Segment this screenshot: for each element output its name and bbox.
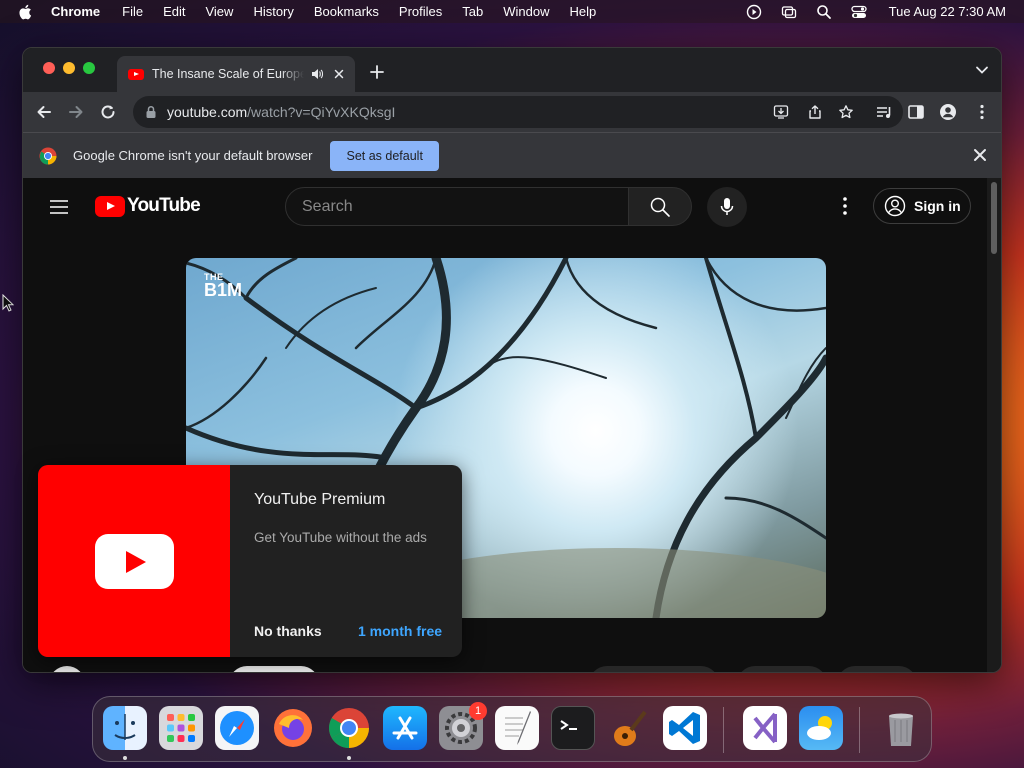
menu-window[interactable]: Window [503, 4, 549, 19]
control-center-icon[interactable] [851, 4, 867, 20]
trash-icon[interactable] [879, 706, 923, 750]
infobar-close-icon[interactable] [973, 148, 987, 162]
menu-history[interactable]: History [253, 4, 293, 19]
url-host: youtube.com [167, 104, 248, 120]
youtube-favicon-icon [128, 68, 144, 80]
menu-bar: Chrome File Edit View History Bookmarks … [0, 0, 1024, 23]
url-path: /watch?v=QiYvXKQksgI [247, 104, 396, 120]
microphone-icon [720, 198, 734, 215]
media-play-icon[interactable] [746, 4, 762, 20]
side-panel-icon[interactable] [907, 103, 925, 121]
channel-avatar[interactable] [49, 666, 85, 672]
tab-youtube[interactable]: The Insane Scale of Europe [117, 56, 355, 92]
screen-mirroring-icon[interactable] [781, 4, 797, 20]
sign-in-label: Sign in [914, 198, 961, 214]
firefox-icon[interactable] [271, 706, 315, 750]
notification-badge: 1 [469, 702, 487, 720]
hamburger-menu-icon[interactable] [49, 199, 69, 215]
menu-view[interactable]: View [205, 4, 233, 19]
reload-icon[interactable] [99, 103, 117, 121]
save-button[interactable] [837, 666, 917, 672]
launchpad-icon[interactable] [159, 706, 203, 750]
menu-tab[interactable]: Tab [462, 4, 483, 19]
textedit-icon[interactable] [495, 706, 539, 750]
premium-title: YouTube Premium [254, 491, 386, 508]
finder-icon[interactable] [103, 706, 147, 750]
install-app-icon[interactable] [773, 104, 789, 120]
share-button[interactable] [737, 666, 827, 672]
tab-strip: The Insane Scale of Europe [23, 48, 1001, 92]
menu-app-name[interactable]: Chrome [51, 4, 100, 19]
speaker-audio-icon[interactable] [310, 67, 324, 81]
chrome-icon[interactable] [327, 706, 371, 750]
search-button[interactable] [628, 187, 692, 226]
browser-toolbar: youtube.com/watch?v=QiYvXKQksgI [23, 92, 1001, 132]
profile-avatar-icon[interactable] [939, 103, 957, 121]
search-icon [650, 197, 670, 217]
search-input[interactable]: Search [285, 187, 629, 226]
app-store-icon[interactable] [383, 706, 427, 750]
no-thanks-button[interactable]: No thanks [254, 623, 322, 639]
free-trial-button[interactable]: 1 month free [358, 623, 442, 639]
menubar-clock[interactable]: Tue Aug 22 7:30 AM [889, 4, 1006, 19]
finder-running-indicator [123, 756, 127, 760]
infobar-message: Google Chrome isn't your default browser [73, 148, 313, 163]
account-circle-icon [884, 195, 906, 217]
dock: 1 [92, 696, 932, 762]
tab-search-chevron-icon[interactable] [975, 65, 989, 75]
dock-separator [859, 707, 860, 753]
like-dislike-button[interactable] [589, 666, 719, 672]
new-tab-plus-icon[interactable] [369, 64, 385, 80]
youtube-wordmark: YouTube [127, 195, 201, 216]
media-queue-icon[interactable] [875, 103, 893, 121]
premium-art [38, 465, 230, 657]
youtube-logo[interactable]: YouTube [95, 195, 201, 217]
default-browser-infobar: Google Chrome isn't your default browser… [23, 132, 1001, 178]
address-bar[interactable]: youtube.com/watch?v=QiYvXKQksgI [133, 96, 903, 128]
chrome-logo-icon [39, 147, 57, 165]
chrome-menu-kebab-icon[interactable] [973, 103, 991, 121]
tab-title: The Insane Scale of Europe [152, 67, 304, 81]
lock-icon[interactable] [145, 105, 157, 119]
youtube-premium-promo: YouTube Premium Get YouTube without the … [38, 465, 462, 657]
subscribe-button[interactable] [229, 666, 319, 672]
scrollbar-thumb[interactable] [991, 182, 997, 254]
weather-icon[interactable] [799, 706, 843, 750]
voice-search-button[interactable] [707, 187, 747, 227]
premium-subtitle: Get YouTube without the ads [254, 530, 427, 545]
vscode-icon[interactable] [663, 706, 707, 750]
visual-studio-icon[interactable] [743, 706, 787, 750]
settings-kebab-icon[interactable] [835, 195, 855, 217]
apple-icon[interactable] [17, 3, 35, 21]
garageband-icon[interactable] [607, 706, 651, 750]
menu-file[interactable]: File [122, 4, 143, 19]
share-icon[interactable] [807, 104, 823, 120]
menu-edit[interactable]: Edit [163, 4, 185, 19]
terminal-icon[interactable] [551, 706, 595, 750]
tab-close-icon[interactable] [332, 67, 346, 81]
menu-help[interactable]: Help [570, 4, 597, 19]
menu-bookmarks[interactable]: Bookmarks [314, 4, 379, 19]
sign-in-button[interactable]: Sign in [873, 188, 971, 224]
bookmark-star-icon[interactable] [838, 104, 854, 120]
youtube-play-logo-icon [94, 533, 174, 589]
dock-separator [723, 707, 724, 753]
back-arrow-icon[interactable] [35, 103, 53, 121]
youtube-play-logo-icon [95, 195, 125, 217]
window-minimize-button[interactable] [63, 62, 75, 74]
window-close-button[interactable] [43, 62, 55, 74]
forward-arrow-icon[interactable] [67, 103, 85, 121]
window-zoom-button[interactable] [83, 62, 95, 74]
spotlight-search-icon[interactable] [816, 4, 832, 20]
page-scrollbar[interactable] [987, 178, 1001, 672]
menu-profiles[interactable]: Profiles [399, 4, 442, 19]
chrome-running-indicator [347, 756, 351, 760]
safari-icon[interactable] [215, 706, 259, 750]
set-as-default-button[interactable]: Set as default [330, 140, 439, 171]
channel-watermark: THE B1M [204, 272, 243, 300]
mouse-pointer-icon [2, 293, 15, 312]
